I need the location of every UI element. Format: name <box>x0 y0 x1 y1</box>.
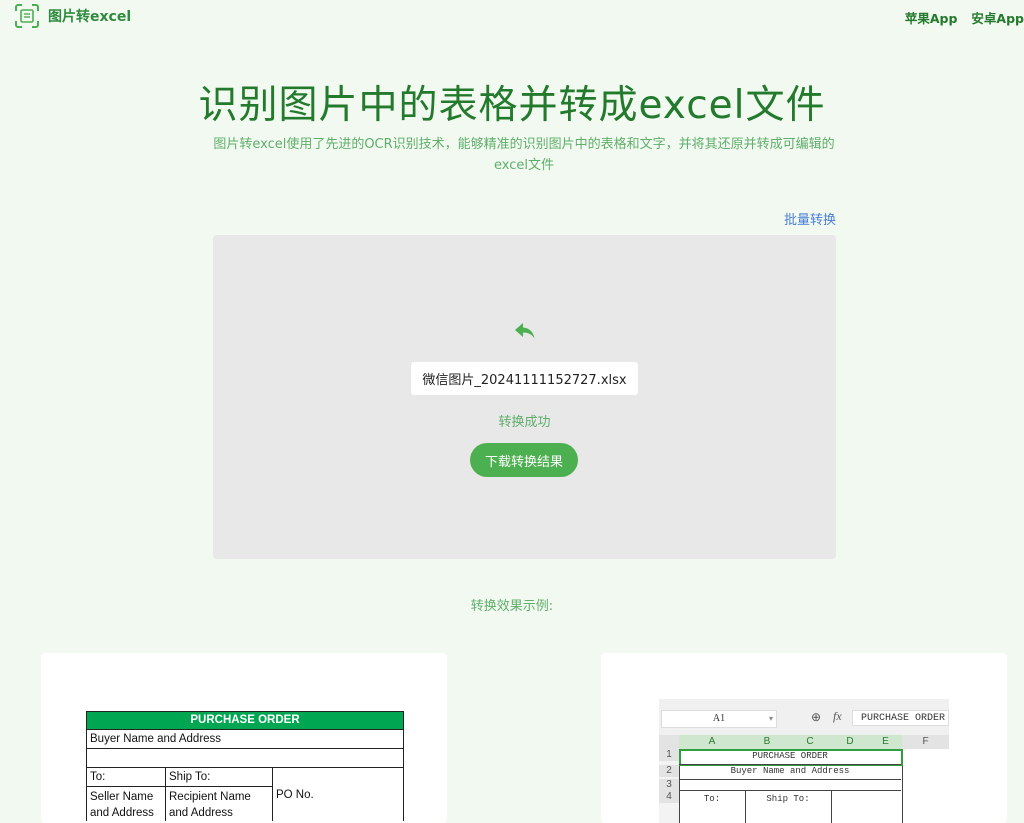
nav-ios-app[interactable]: 苹果App <box>905 8 958 27</box>
zoom-icon: ⊕ <box>811 710 822 724</box>
batch-convert-link[interactable]: 批量转换 <box>784 209 836 228</box>
page-title: 识别图片中的表格并转成excel文件 <box>198 83 826 128</box>
example-result-card: A1 ▾ ⊕ fx PURCHASE ORDER A B C D E F 1 2 … <box>601 653 1007 823</box>
formula-bar: A1 ▾ ⊕ fx PURCHASE ORDER <box>659 699 949 735</box>
po-to: To: <box>87 768 165 787</box>
cell-buyer: Buyer Name and Address <box>730 766 850 776</box>
col-header: D <box>831 735 869 749</box>
formula-value: PURCHASE ORDER <box>852 710 949 726</box>
col-header: A <box>679 735 745 749</box>
converter-panel: 微信图片_20241111152727.xlsx 转换成功 下载转换结果 <box>213 235 836 559</box>
cell-ship-to: Ship To: <box>766 794 810 804</box>
conversion-status: 转换成功 <box>498 415 551 430</box>
nav-android-app[interactable]: 安卓App <box>971 8 1024 27</box>
col-header: F <box>902 735 949 749</box>
cell-to: To: <box>703 794 721 804</box>
chevron-down-icon: ▾ <box>768 714 773 723</box>
col-header: E <box>869 735 902 749</box>
row-header: 1 <box>659 749 679 761</box>
po-buyer: Buyer Name and Address <box>86 730 404 749</box>
row-divider <box>679 779 901 780</box>
po-recipient: Recipient Name and Address <box>169 791 251 819</box>
row-header: 4 <box>659 791 679 803</box>
undo-icon[interactable] <box>514 322 536 340</box>
result-filename: 微信图片_20241111152727.xlsx <box>411 362 638 395</box>
example-source-card: PURCHASE ORDER Buyer Name and Address To… <box>41 653 447 823</box>
name-box: A1 ▾ <box>661 710 777 728</box>
scan-icon <box>15 4 39 28</box>
row-header: 3 <box>659 779 679 791</box>
purchase-order-image: PURCHASE ORDER Buyer Name and Address To… <box>86 711 404 821</box>
row-divider <box>679 790 901 791</box>
logo-text: 图片转excel <box>48 9 132 25</box>
logo[interactable]: 图片转excel <box>14 3 131 29</box>
corner-header <box>659 735 679 749</box>
row-divider <box>679 764 901 765</box>
col-divider <box>831 790 832 823</box>
spreadsheet-image: A1 ▾ ⊕ fx PURCHASE ORDER A B C D E F 1 2 … <box>659 699 949 823</box>
row-header: 2 <box>659 765 679 777</box>
po-ship-to: Ship To: <box>166 768 272 787</box>
download-result-button[interactable]: 下载转换结果 <box>470 443 578 477</box>
po-number: PO No. <box>276 789 314 801</box>
page-subtitle: 图片转excel使用了先进的OCR识别技术，能够精准的识别图片中的表格和文字，并… <box>213 137 835 173</box>
cell-title: PURCHASE ORDER <box>752 751 828 761</box>
po-header: PURCHASE ORDER <box>86 711 404 730</box>
po-seller: Seller Name and Address <box>90 791 154 819</box>
po-grid: To: Seller Name and Address Ship To: Rec… <box>86 768 404 821</box>
examples-title: 转换效果示例: <box>470 599 554 614</box>
fx-icon: fx <box>833 709 842 723</box>
col-header: C <box>789 735 831 749</box>
po-empty-row <box>86 749 404 768</box>
top-nav: 苹果App 安卓App <box>905 8 1024 27</box>
col-header: B <box>745 735 789 749</box>
